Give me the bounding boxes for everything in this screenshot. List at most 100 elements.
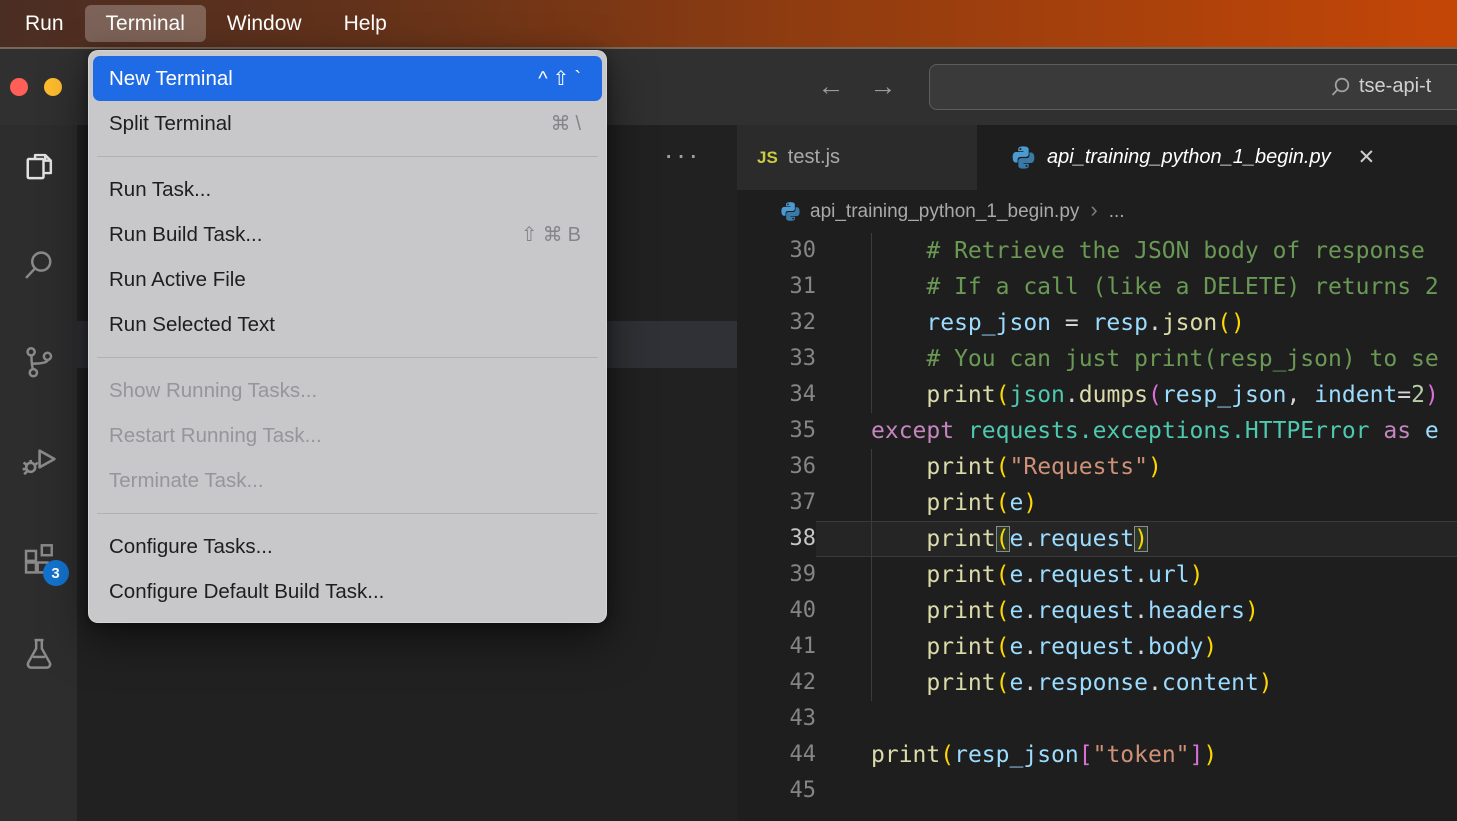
menu-item-label: Configure Tasks... (109, 535, 273, 559)
menu-item-label: Run Active File (109, 268, 246, 292)
menu-item-run-task[interactable]: Run Task... (93, 167, 602, 212)
navigate-forward-icon[interactable]: → (868, 71, 898, 102)
menu-item-show-running-tasks: Show Running Tasks... (93, 368, 602, 413)
code-line-33[interactable]: 33 # You can just print(resp_json) to se (737, 341, 1457, 377)
code-line-39[interactable]: 39 print(e.request.url) (737, 557, 1457, 593)
indent-guide (871, 305, 872, 341)
menu-item-configure-default-build-task[interactable]: Configure Default Build Task... (93, 569, 602, 614)
run-and-debug-icon[interactable] (17, 437, 61, 481)
close-icon[interactable]: ✕ (1358, 145, 1376, 170)
menu-item-label: Split Terminal (109, 112, 232, 136)
menu-item-restart-running-task: Restart Running Task... (93, 413, 602, 458)
indent-guide (871, 269, 872, 305)
line-number[interactable]: 42 (737, 665, 816, 701)
line-number[interactable]: 38 (737, 521, 816, 557)
line-number[interactable]: 39 (737, 557, 816, 593)
tab-bar: JS test.js api_training_python_1_begin.p… (737, 125, 1457, 190)
menu-item-configure-tasks[interactable]: Configure Tasks... (93, 524, 602, 569)
indent-guide (871, 449, 872, 485)
command-center-search[interactable]: tse-api-t (929, 64, 1457, 110)
code-line-44[interactable]: 44print(resp_json["token"]) (737, 737, 1457, 773)
menu-item-split-terminal[interactable]: Split Terminal⌘\ (93, 101, 602, 146)
search-sidebar-icon[interactable] (17, 243, 61, 287)
menu-item-new-terminal[interactable]: New Terminal^⇧` (93, 56, 602, 101)
breadcrumb[interactable]: api_training_python_1_begin.py › ... (737, 190, 1457, 233)
menu-item-shortcut: ^⇧` (538, 66, 586, 91)
breadcrumb-symbol[interactable]: ... (1109, 201, 1125, 223)
navigate-back-icon[interactable]: ← (816, 71, 846, 102)
code-line-38[interactable]: 38 print(e.request) (737, 521, 1457, 557)
code-text: # Retrieve the JSON body of response (816, 233, 1457, 269)
line-number[interactable]: 40 (737, 593, 816, 629)
menu-separator (97, 156, 598, 157)
code-text: # You can just print(resp_json) to se (816, 341, 1457, 377)
menubar-item-run[interactable]: Run (4, 5, 85, 42)
code-text: print(json.dumps(resp_json, indent=2) (816, 377, 1457, 413)
menubar-item-window[interactable]: Window (206, 5, 323, 42)
line-number[interactable]: 33 (737, 341, 816, 377)
line-number[interactable]: 45 (737, 773, 816, 809)
close-window-button[interactable] (10, 78, 28, 96)
line-number[interactable]: 34 (737, 377, 816, 413)
extensions-badge: 3 (43, 560, 69, 586)
line-number[interactable]: 44 (737, 737, 816, 773)
line-number[interactable]: 32 (737, 305, 816, 341)
line-number[interactable]: 31 (737, 269, 816, 305)
line-number[interactable]: 30 (737, 233, 816, 269)
code-line-32[interactable]: 32 resp_json = resp.json() (737, 305, 1457, 341)
code-text: print(e.request.body) (816, 629, 1457, 665)
menu-item-label: Show Running Tasks... (109, 379, 317, 403)
testing-icon[interactable] (17, 631, 61, 675)
code-text: print(e.request.headers) (816, 593, 1457, 629)
menu-item-label: Run Build Task... (109, 223, 262, 247)
menu-item-label: Run Task... (109, 178, 211, 202)
source-control-icon[interactable] (17, 340, 61, 384)
menubar-item-terminal[interactable]: Terminal (85, 5, 206, 42)
menu-item-label: Configure Default Build Task... (109, 580, 384, 604)
indent-guide (871, 629, 872, 665)
menu-item-shortcut: ⇧⌘B (521, 222, 586, 247)
search-icon (1329, 76, 1352, 99)
menu-separator (97, 513, 598, 514)
menu-item-run-selected-text[interactable]: Run Selected Text (93, 302, 602, 347)
code-line-36[interactable]: 36 print("Requests") (737, 449, 1457, 485)
menu-item-run-build-task[interactable]: Run Build Task... ⇧⌘B (93, 212, 602, 257)
menu-item-terminate-task: Terminate Task... (93, 458, 602, 503)
line-number[interactable]: 41 (737, 629, 816, 665)
extensions-icon[interactable]: 3 (17, 534, 61, 578)
terminal-dropdown-menu: New Terminal^⇧`Split Terminal⌘\ Run Task.… (88, 50, 607, 623)
line-number[interactable]: 37 (737, 485, 816, 521)
code-line-45[interactable]: 45 (737, 773, 1457, 809)
indent-guide (871, 665, 872, 701)
menu-item-run-active-file[interactable]: Run Active File (93, 257, 602, 302)
explorer-icon[interactable] (17, 146, 61, 190)
tab-test-js[interactable]: JS test.js (737, 125, 977, 190)
macos-menu-bar: RunTerminalWindowHelp (0, 0, 1457, 47)
code-line-40[interactable]: 40 print(e.request.headers) (737, 593, 1457, 629)
line-number[interactable]: 43 (737, 701, 816, 737)
code-line-43[interactable]: 43 (737, 701, 1457, 737)
indent-guide (871, 233, 872, 269)
code-line-41[interactable]: 41 print(e.request.body) (737, 629, 1457, 665)
code-line-37[interactable]: 37 print(e) (737, 485, 1457, 521)
line-number[interactable]: 36 (737, 449, 816, 485)
tab-python-file[interactable]: api_training_python_1_begin.py ✕ (977, 125, 1457, 190)
menu-item-label: Terminate Task... (109, 469, 264, 493)
breadcrumb-file[interactable]: api_training_python_1_begin.py (810, 201, 1079, 223)
code-text: print(e.request.url) (816, 557, 1457, 593)
code-line-35[interactable]: 35except requests.exceptions.HTTPError a… (737, 413, 1457, 449)
code-text: print(e) (816, 485, 1457, 521)
indent-guide (871, 485, 872, 521)
sidebar-more-actions-icon[interactable]: ··· (664, 139, 701, 171)
code-text (816, 701, 1457, 737)
line-number[interactable]: 35 (737, 413, 816, 449)
menubar-item-help[interactable]: Help (323, 5, 408, 42)
tab-label: test.js (788, 146, 840, 169)
code-line-42[interactable]: 42 print(e.response.content) (737, 665, 1457, 701)
code-line-34[interactable]: 34 print(json.dumps(resp_json, indent=2) (737, 377, 1457, 413)
python-file-icon (1011, 145, 1036, 170)
minimize-window-button[interactable] (44, 78, 62, 96)
code-editor[interactable]: 30 # Retrieve the JSON body of response3… (737, 233, 1457, 821)
code-line-31[interactable]: 31 # If a call (like a DELETE) returns 2 (737, 269, 1457, 305)
code-line-30[interactable]: 30 # Retrieve the JSON body of response (737, 233, 1457, 269)
